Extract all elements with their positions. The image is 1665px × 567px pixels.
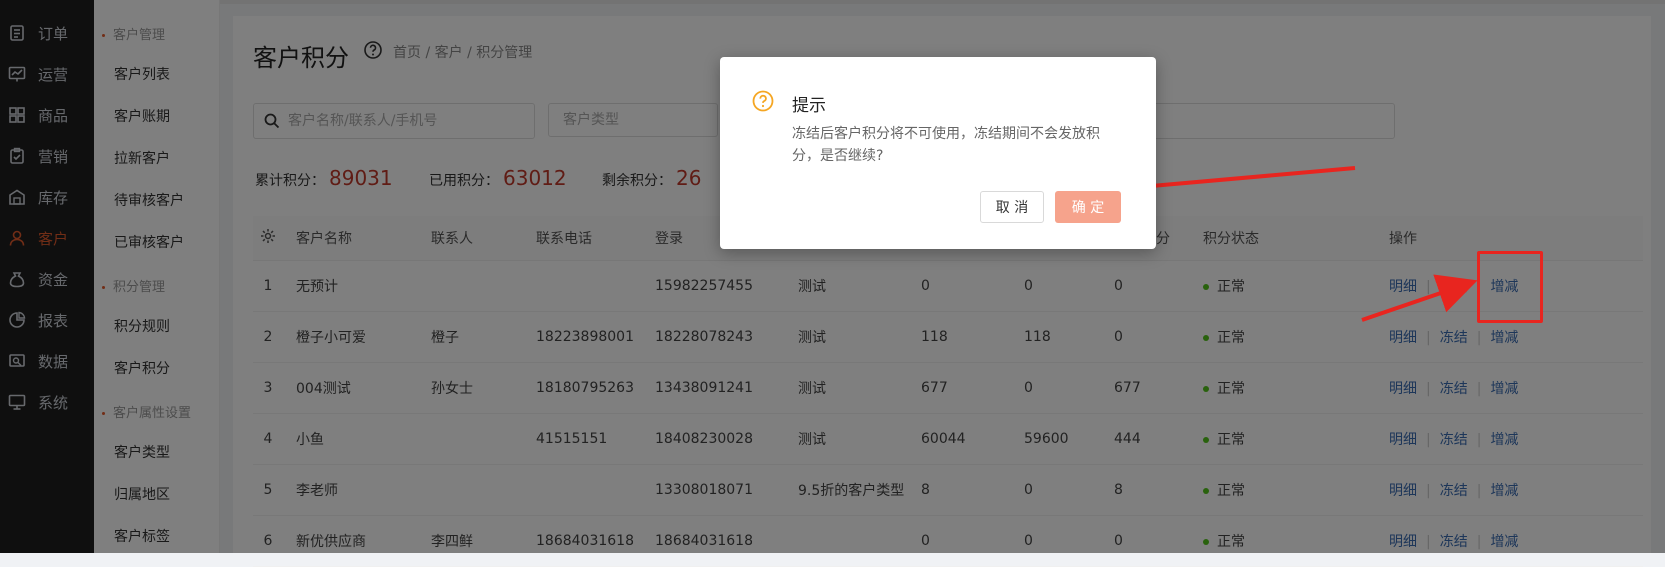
dialog-title: 提示: [792, 96, 826, 116]
dialog-message: 冻结后客户积分将不可使用，冻结期间不会发放积分，是否继续?: [792, 126, 1100, 164]
question-icon: [752, 90, 774, 112]
cancel-button[interactable]: 取 消: [980, 191, 1044, 223]
confirm-button[interactable]: 确 定: [1055, 191, 1121, 223]
annotation-highlight-box: [1477, 251, 1543, 323]
confirm-dialog: 提示 冻结后客户积分将不可使用，冻结期间不会发放积分，是否继续? 取 消 确 定: [720, 57, 1156, 249]
